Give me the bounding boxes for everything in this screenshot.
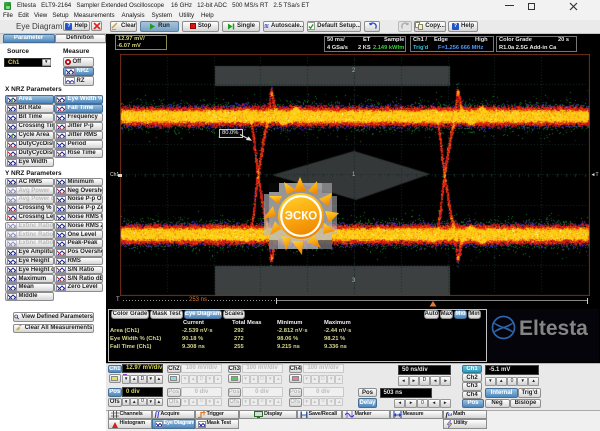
svg-text:ЭСКО: ЭСКО [285,211,318,223]
